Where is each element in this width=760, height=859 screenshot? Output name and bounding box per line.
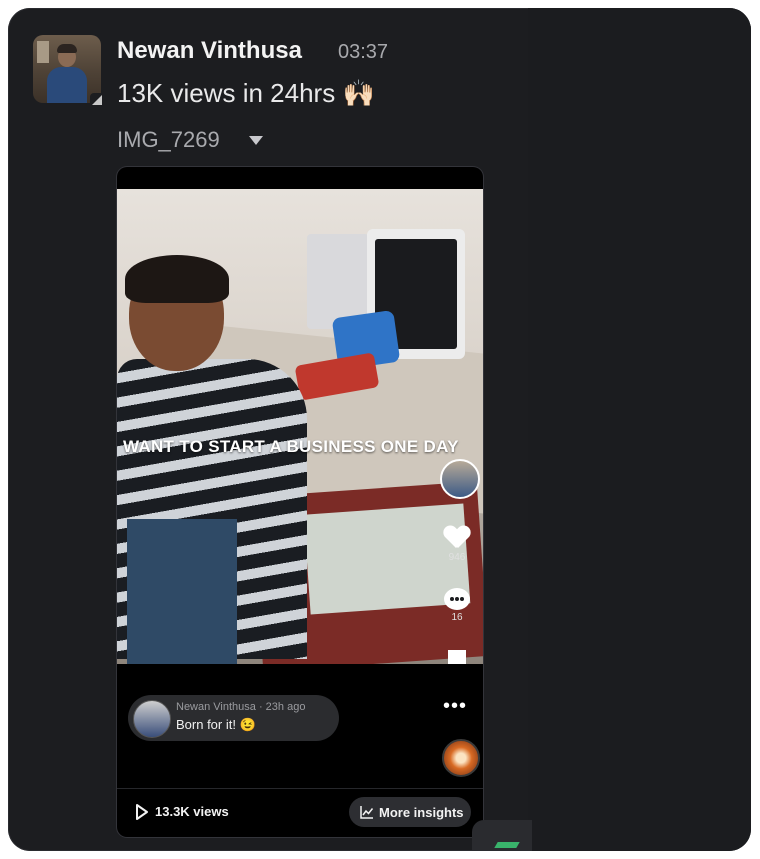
music-disc-icon[interactable] bbox=[442, 739, 480, 777]
chevron-down-icon[interactable] bbox=[249, 136, 263, 145]
comment-count: 16 bbox=[451, 612, 463, 623]
sender-name[interactable]: Newan Vinthusa bbox=[117, 37, 302, 65]
top-comment[interactable]: Newan Vinthusa · 23h ago Born for it! 😉 bbox=[128, 695, 339, 741]
video-attachment[interactable]: WANT TO START A BUSINESS ONE DAY 946 16 … bbox=[117, 167, 483, 837]
comment-icon bbox=[444, 588, 470, 610]
view-count: 13.3K views bbox=[155, 804, 229, 819]
frame-boy-jeans bbox=[127, 519, 237, 664]
chat-window: Newan Vinthusa 03:37 13K views in 24hrs … bbox=[8, 8, 751, 851]
thread-pane bbox=[528, 8, 751, 851]
heart-icon bbox=[444, 526, 470, 550]
avatar-hair bbox=[57, 44, 77, 53]
partial-thumbnail bbox=[472, 820, 532, 851]
message-body: 13K views in 24hrs bbox=[117, 78, 336, 108]
like-button[interactable]: 946 bbox=[437, 526, 477, 563]
attachment-name[interactable]: IMG_7269 bbox=[117, 127, 220, 153]
comment-author-avatar[interactable] bbox=[133, 700, 171, 738]
video-caption-overlay: WANT TO START A BUSINESS ONE DAY bbox=[123, 437, 459, 456]
like-count: 946 bbox=[448, 552, 466, 563]
video-footer-divider bbox=[117, 788, 483, 789]
comment-author-meta: Newan Vinthusa · 23h ago bbox=[176, 701, 306, 713]
comment-text: Born for it! 😉 bbox=[176, 717, 256, 732]
chart-icon bbox=[360, 806, 374, 819]
more-insights-button[interactable]: More insights bbox=[349, 797, 471, 827]
bookmark-icon bbox=[448, 650, 466, 664]
avatar-shirt bbox=[47, 67, 87, 103]
play-icon bbox=[135, 804, 148, 820]
raised-hands-emoji: 🙌🏻 bbox=[342, 78, 375, 108]
comment-button[interactable]: 16 bbox=[437, 588, 477, 623]
video-frame[interactable]: WANT TO START A BUSINESS ONE DAY 946 16 … bbox=[117, 189, 483, 664]
creator-avatar[interactable] bbox=[440, 459, 480, 499]
more-icon[interactable]: ••• bbox=[443, 695, 467, 718]
save-button[interactable]: 125 bbox=[437, 650, 477, 664]
status-corner-icon bbox=[90, 93, 104, 107]
more-insights-label: More insights bbox=[379, 805, 464, 820]
message-text: 13K views in 24hrs 🙌🏻 bbox=[117, 78, 375, 109]
message-timestamp[interactable]: 03:37 bbox=[338, 41, 388, 64]
frame-boy-hair bbox=[125, 255, 229, 303]
avatar-background bbox=[37, 41, 49, 63]
